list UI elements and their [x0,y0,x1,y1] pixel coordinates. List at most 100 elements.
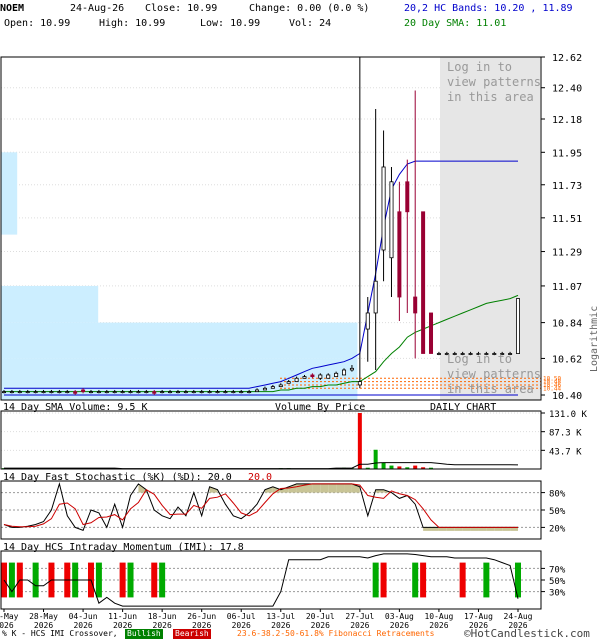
candle-body [175,391,180,394]
date-label: 10-Aug [424,612,453,621]
stochastic-fill [454,527,463,531]
stochastic-fill [494,527,503,531]
date-year-label: 2026 [153,621,172,628]
candle-body [270,386,275,389]
candle-body [136,391,141,394]
candle-body [41,391,46,394]
vbp-bar [1,285,99,323]
stochastic-tick-label: 50% [549,507,566,517]
bullish-marker [483,562,490,598]
date-label: 11-Jun [108,612,137,621]
legend-bullish-badge: Bullish [125,629,163,639]
date-label: 04-Jun [69,612,98,621]
candle-body [436,353,441,355]
bullish-marker [32,562,39,598]
volume-bar [413,465,418,469]
candle-body [65,391,70,394]
candle-body [421,211,426,354]
price-panel: 10.5010.4810.4610.44 12.6212.4012.1811.9… [0,53,600,402]
candle-body [168,391,173,394]
date-year-label: 2026 [34,621,53,628]
date-label: 13-Jul [266,612,295,621]
candle-body [199,391,204,394]
copyright[interactable]: ©HotCandlestick.com [464,628,590,640]
candle-body [381,166,386,251]
bullish-marker [515,562,521,598]
imi-panel: 70%50%30% 14 Day HCS Intraday Momentum (… [0,542,566,610]
volume-tick-label: 131.0 K [549,410,588,420]
date-year-label: 2026 [429,621,448,628]
candle-body [96,391,101,394]
candle-body [9,391,14,394]
candle-body [152,391,157,394]
price-tick-label: 10.40 [552,391,582,402]
candle-body [73,391,78,394]
bearish-marker [119,562,126,598]
candle-body [144,391,149,394]
stochastic-fill [320,483,329,493]
date-year-label: 2026 [350,621,369,628]
stochastic-fill [446,527,455,531]
price-tick-label: 11.73 [552,181,582,192]
stochastic-fill [486,527,495,531]
date-label: 06-Jul [227,612,256,621]
date-year-label: 2026 [73,621,92,628]
date-label: 28-May [29,612,58,621]
pattern-overlay-line-4: Log in to [447,352,512,366]
bearish-marker [380,562,387,598]
candle-body [294,377,299,383]
volume-bar [389,465,394,469]
price-tick-label: 11.29 [552,248,582,259]
bearish-marker [459,562,466,598]
date-label: 03-Aug [385,612,414,621]
bearish-marker [1,562,7,598]
candle-body [17,391,22,394]
legend-fibonacci: 23.6-38.2-50-61.8% Fibonacci Retracement… [237,629,435,638]
stochastic-fill [438,527,447,531]
candle-body [183,391,188,394]
volume-panel-frame [1,411,541,469]
candle-body [302,376,307,379]
candle-body [88,391,93,394]
bearish-marker [151,562,158,598]
stochastic-fill [344,483,352,493]
candle-body [25,391,30,394]
pattern-overlay-line-5: view patterns [447,367,541,381]
legend-prefix: % K - HCS IMI Crossover, [2,629,118,638]
bullish-marker [127,562,134,598]
imi-tick-label: 30% [549,589,566,599]
candle-body [326,374,331,379]
price-axis-label: Logarithmic [589,306,600,372]
stock-chart: 10.5010.4810.4610.44 12.6212.4012.1811.9… [0,53,600,628]
price-tick-label: 12.62 [552,53,582,64]
price-tick-label: 11.07 [552,282,582,293]
stochastic-fill [470,527,479,531]
candle-body [278,384,283,388]
date-label: 21-May [0,612,19,621]
candle-body [247,391,252,394]
date-axis: 21-May202628-May202604-Jun202611-Jun2026… [0,609,533,628]
stochastic-fill [502,527,511,531]
candle-body [207,391,212,394]
date-label: 20-Jul [306,612,335,621]
candle-body [357,381,362,386]
stochastic-fill [431,527,439,531]
price-tick-label: 11.51 [552,214,582,225]
price-tick-label: 12.40 [552,84,582,95]
candle-body [365,312,370,330]
candle-body [191,391,196,394]
date-year-label: 2026 [192,621,211,628]
price-tick-label: 11.95 [552,148,582,159]
candle-body [342,369,347,376]
candle-body [112,391,117,394]
volume-tick-label: 87.3 K [549,429,582,439]
stochastic-tick-label: 20% [549,524,566,534]
candle-body [318,374,323,379]
candle-body [373,280,378,314]
candle-body [397,211,402,298]
date-label: 27-Jul [345,612,374,621]
candle-body [33,391,38,394]
candle-body [81,389,86,393]
stochastic-fill [312,483,321,493]
vbp-bar [1,358,358,387]
